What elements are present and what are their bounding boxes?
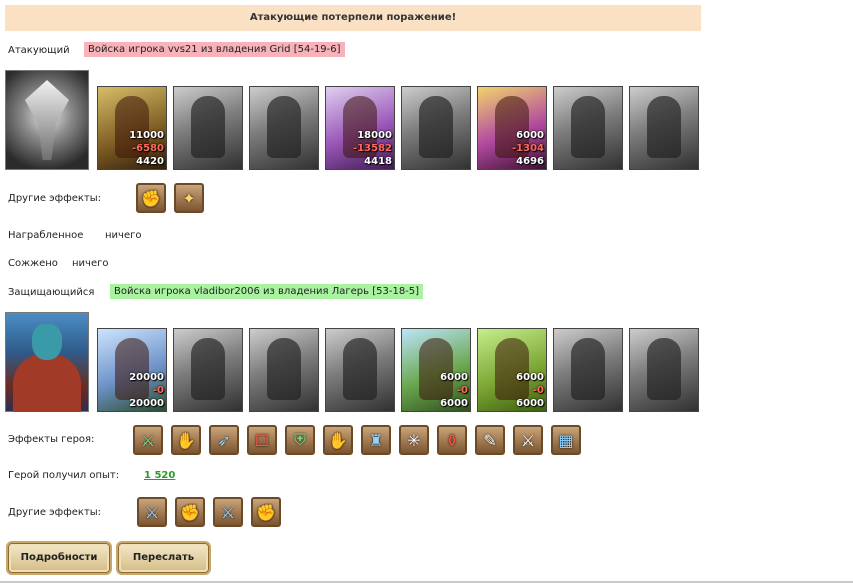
defender-army: 20000 -0 20000 6000 -0 6000 6000 -0 6000 (5, 312, 699, 412)
sword-fist-icon[interactable]: ✊ (175, 497, 205, 527)
unit-slot[interactable] (629, 328, 699, 412)
unit-slot[interactable] (173, 328, 243, 412)
unit-slot[interactable] (553, 86, 623, 170)
unit-slot[interactable] (629, 86, 699, 170)
details-button[interactable]: Подробности (8, 543, 110, 573)
defender-owner-tag[interactable]: Войска игрока vladibor2006 из владения Л… (110, 284, 424, 299)
unit-slot[interactable] (401, 86, 471, 170)
hero-emblem-icon (25, 80, 69, 160)
unit-slot[interactable]: 20000 -0 20000 (97, 328, 167, 412)
unit-slot[interactable]: 11000 -6580 4420 (97, 86, 167, 170)
feather-icon[interactable]: ➶ (209, 425, 239, 455)
armor-icon[interactable]: ♜ (361, 425, 391, 455)
loot-value: ничего (105, 230, 142, 241)
defender-label: Защищающийся (8, 287, 95, 298)
attacker-hero-portrait[interactable] (5, 70, 89, 170)
unit-slot[interactable] (249, 328, 319, 412)
potion-icon[interactable]: ⚱ (437, 425, 467, 455)
scroll-icon[interactable]: ✎ (475, 425, 505, 455)
attacker-label: Атакующий (8, 45, 70, 56)
sword-icon[interactable]: ⚔ (213, 497, 243, 527)
sword-fist-icon[interactable]: ✊ (251, 497, 281, 527)
experience-label: Герой получил опыт: (8, 470, 120, 481)
unit-slot[interactable] (249, 86, 319, 170)
attacker-other-effects: ✊ ✦ (136, 183, 204, 213)
unit-slot[interactable]: 6000 -0 6000 (401, 328, 471, 412)
attacker-other-effects-label: Другие эффекты: (8, 193, 102, 204)
bottom-divider (0, 581, 853, 583)
handshake-icon[interactable]: ✋ (171, 425, 201, 455)
defender-hero-portrait[interactable] (5, 312, 89, 412)
cage-icon[interactable]: ▦ (551, 425, 581, 455)
handshake-shield-icon[interactable]: ✋ (323, 425, 353, 455)
shield-icon[interactable]: ⛨ (285, 425, 315, 455)
result-banner: Атакующие потерпели поражение! (5, 5, 701, 31)
defender-other-effects-label: Другие эффекты: (8, 507, 102, 518)
loot-label: Награбленное (8, 230, 84, 241)
unit-slot[interactable] (173, 86, 243, 170)
attacker-army: 11000 -6580 4420 18000 -13582 4418 6000 -1304… (5, 70, 699, 170)
unit-slot[interactable]: 6000 -0 6000 (477, 328, 547, 412)
experience-value-link[interactable]: 1 520 (144, 470, 175, 481)
hero-effects-label: Эффекты героя: (8, 434, 95, 445)
unit-slot[interactable]: 6000 -1304 4696 (477, 86, 547, 170)
web-icon[interactable]: ✳ (399, 425, 429, 455)
defender-other-effects: ⚔ ✊ ⚔ ✊ (137, 497, 281, 527)
hero-effects: ⚔ ✋ ➶ ⚀ ⛨ ✋ ♜ ✳ ⚱ ✎ ⚔ ▦ (133, 425, 581, 455)
dice-icon[interactable]: ⚀ (247, 425, 277, 455)
sword-icon[interactable]: ⚔ (133, 425, 163, 455)
scroll-gold-icon[interactable]: ✦ (174, 183, 204, 213)
forward-button[interactable]: Переслать (118, 543, 209, 573)
blade-icon[interactable]: ⚔ (513, 425, 543, 455)
sword-icon[interactable]: ⚔ (137, 497, 167, 527)
burned-label: Сожжено (8, 258, 58, 269)
unit-slot[interactable] (553, 328, 623, 412)
unit-slot[interactable]: 18000 -13582 4418 (325, 86, 395, 170)
unit-slot[interactable] (325, 328, 395, 412)
attacker-owner-tag[interactable]: Войска игрока vvs21 из владения Grid [54… (84, 42, 345, 57)
burned-value: ничего (72, 258, 109, 269)
sword-fist-icon[interactable]: ✊ (136, 183, 166, 213)
